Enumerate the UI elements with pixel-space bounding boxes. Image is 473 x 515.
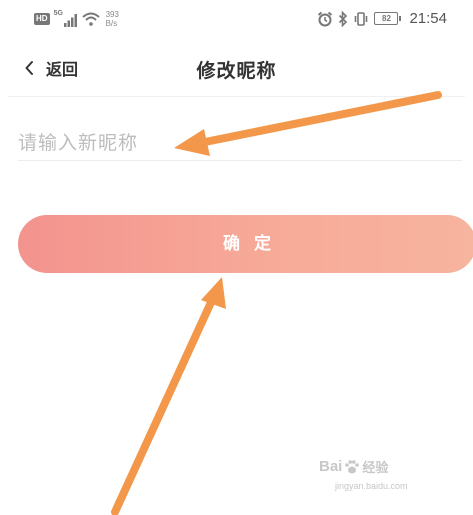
status-bar: HD 5G 393 B/s 82 21:54 xyxy=(0,0,473,36)
status-right: 82 21:54 xyxy=(317,10,447,27)
arrow-to-confirm-button xyxy=(111,277,226,515)
page-title: 修改昵称 xyxy=(196,60,277,82)
net-speed: 393 B/s xyxy=(106,10,119,28)
status-left: HD 5G 393 B/s xyxy=(34,10,119,28)
baidu-watermark: Bai 经验 jingyan.baidu.com xyxy=(319,457,449,499)
hd-icon: HD xyxy=(34,13,50,25)
watermark-suffix: 经验 xyxy=(362,461,389,476)
signal-5g-icon: 5G xyxy=(54,10,78,27)
watermark-brand: Bai xyxy=(319,458,343,475)
confirm-button[interactable]: 确定 xyxy=(18,215,473,273)
paw-icon xyxy=(345,459,360,473)
nav-bar: 返回 修改昵称 xyxy=(0,48,473,88)
battery-icon: 82 xyxy=(374,12,402,25)
net-speed-value: 393 xyxy=(105,10,119,19)
bluetooth-icon xyxy=(339,10,348,27)
wifi-icon xyxy=(81,12,100,26)
net-speed-unit: B/s xyxy=(105,19,118,28)
nav-divider xyxy=(8,96,465,97)
status-time: 21:54 xyxy=(409,10,447,27)
baidu-logo: Bai 经验 xyxy=(319,457,388,476)
watermark-url: jingyan.baidu.com xyxy=(335,481,408,491)
nickname-input[interactable] xyxy=(18,126,462,161)
alarm-icon xyxy=(318,11,333,26)
vibrate-icon xyxy=(355,11,368,26)
